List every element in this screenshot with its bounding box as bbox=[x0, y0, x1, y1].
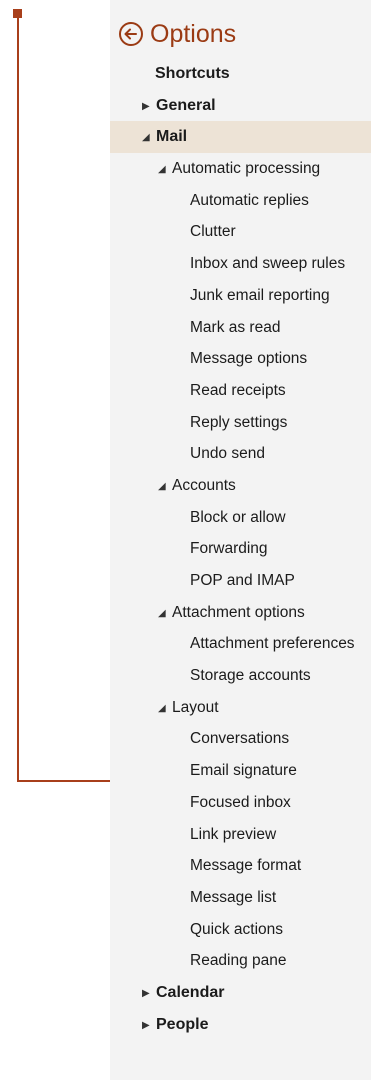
triangle-down-icon: ◢ bbox=[158, 702, 166, 714]
nav-item-inbox-and-sweep-rules[interactable]: Inbox and sweep rules bbox=[110, 248, 371, 280]
nav-item-message-options[interactable]: Message options bbox=[110, 343, 371, 375]
nav-group-automatic-processing[interactable]: ◢ Automatic processing bbox=[110, 153, 371, 185]
nav-item-general[interactable]: ▶ General bbox=[110, 90, 371, 122]
page-title: Options bbox=[150, 19, 237, 48]
nav-item-attachment-preferences[interactable]: Attachment preferences bbox=[110, 628, 371, 660]
nav-item-email-signature[interactable]: Email signature bbox=[110, 755, 371, 787]
nav-item-focused-inbox[interactable]: Focused inbox bbox=[110, 787, 371, 819]
nav-item-automatic-replies[interactable]: Automatic replies bbox=[110, 185, 371, 217]
triangle-down-icon: ◢ bbox=[158, 480, 166, 492]
annotation-line-vertical bbox=[17, 14, 19, 782]
nav-group-accounts[interactable]: ◢ Accounts bbox=[110, 470, 371, 502]
triangle-down-icon: ◢ bbox=[142, 132, 150, 144]
nav-item-reading-pane[interactable]: Reading pane bbox=[110, 945, 371, 977]
nav-item-people[interactable]: ▶ People bbox=[110, 1009, 371, 1041]
nav-item-mark-as-read[interactable]: Mark as read bbox=[110, 312, 371, 344]
options-nav: Shortcuts ▶ General ◢ Mail ◢ Automatic proc… bbox=[110, 58, 371, 1040]
nav-item-quick-actions[interactable]: Quick actions bbox=[110, 914, 371, 946]
nav-group-layout[interactable]: ◢ Layout bbox=[110, 692, 371, 724]
nav-item-message-list[interactable]: Message list bbox=[110, 882, 371, 914]
nav-item-junk-email-reporting[interactable]: Junk email reporting bbox=[110, 280, 371, 312]
triangle-down-icon: ◢ bbox=[158, 164, 166, 176]
triangle-down-icon: ◢ bbox=[158, 607, 166, 619]
nav-item-shortcuts[interactable]: Shortcuts bbox=[110, 58, 371, 90]
nav-item-mail[interactable]: ◢ Mail bbox=[110, 121, 371, 154]
nav-item-link-preview[interactable]: Link preview bbox=[110, 819, 371, 851]
back-arrow-icon[interactable] bbox=[118, 21, 144, 47]
nav-item-forwarding[interactable]: Forwarding bbox=[110, 533, 371, 565]
nav-item-undo-send[interactable]: Undo send bbox=[110, 438, 371, 470]
nav-item-clutter[interactable]: Clutter bbox=[110, 216, 371, 248]
nav-item-reply-settings[interactable]: Reply settings bbox=[110, 407, 371, 439]
triangle-right-icon: ▶ bbox=[142, 1019, 150, 1031]
triangle-right-icon: ▶ bbox=[142, 100, 150, 112]
nav-group-attachment-options[interactable]: ◢ Attachment options bbox=[110, 597, 371, 629]
nav-item-conversations[interactable]: Conversations bbox=[110, 723, 371, 755]
options-header[interactable]: Options bbox=[118, 18, 236, 50]
nav-item-read-receipts[interactable]: Read receipts bbox=[110, 375, 371, 407]
nav-item-message-format[interactable]: Message format bbox=[110, 850, 371, 882]
nav-item-storage-accounts[interactable]: Storage accounts bbox=[110, 660, 371, 692]
triangle-right-icon: ▶ bbox=[142, 987, 150, 999]
nav-item-block-or-allow[interactable]: Block or allow bbox=[110, 502, 371, 534]
nav-item-calendar[interactable]: ▶ Calendar bbox=[110, 977, 371, 1009]
nav-item-pop-and-imap[interactable]: POP and IMAP bbox=[110, 565, 371, 597]
